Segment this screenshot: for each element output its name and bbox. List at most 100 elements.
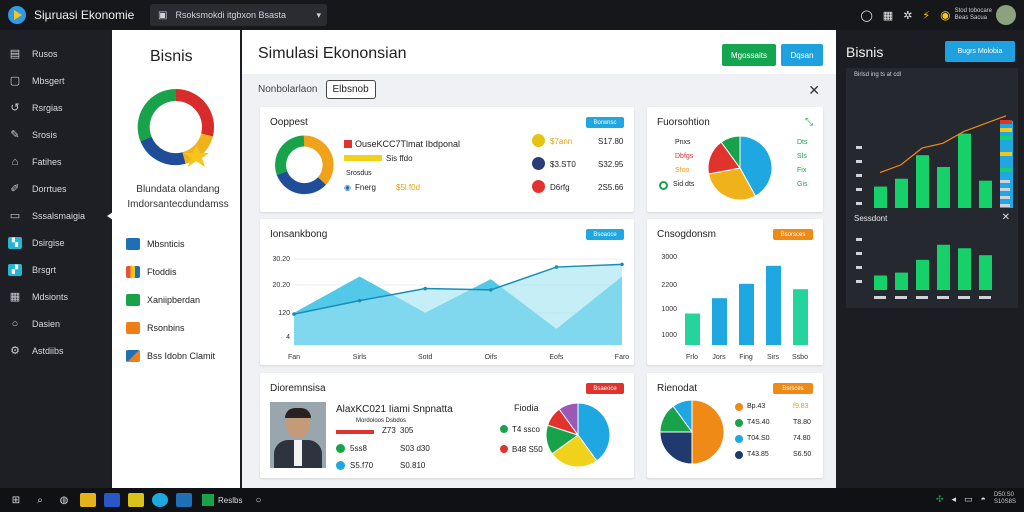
- transfer-icon: [532, 157, 545, 170]
- sidebar-item-12[interactable]: ⚙ Astdiibs: [0, 337, 110, 364]
- axis-tick: [856, 280, 862, 283]
- coin-icon: [532, 134, 545, 147]
- card-badge[interactable]: Bsrsces: [773, 383, 813, 394]
- chevron-down-icon[interactable]: ▾: [316, 10, 321, 21]
- chart-icon: ▚: [8, 236, 22, 249]
- profile-row-label-2: 5ss8: [350, 444, 367, 453]
- edge-icon[interactable]: [176, 493, 192, 507]
- taskbar-app[interactable]: Reslbs: [202, 494, 242, 506]
- overview-donut-chart: [274, 135, 334, 195]
- line-point: [620, 262, 624, 267]
- search-icon[interactable]: ⌕: [32, 493, 48, 507]
- sidebar-item-7[interactable]: ▭ Sssalsmaigia: [0, 202, 116, 229]
- taskbar: ⊞ ⌕ ◍ Reslbs ○ ✣ ◂ ▭ ◓ D50:S0 S10S8S: [0, 488, 1024, 512]
- sidebar-item-10[interactable]: ▦ Mdsionts: [0, 283, 110, 310]
- profile-name: AlaxKC021 Iiami Snpnatta: [336, 404, 453, 415]
- list-item-label: Rsonbins: [147, 323, 185, 333]
- circle-icon[interactable]: ○: [250, 493, 266, 507]
- legend-label-2: T4S.40: [747, 419, 770, 426]
- row-label-2: Srosdus: [346, 170, 372, 177]
- search-bar[interactable]: ▣ Rsoksmokdi itgbxon Bsasta ▾: [150, 4, 327, 26]
- bar: [958, 248, 971, 290]
- expand-icon[interactable]: ⤡: [805, 117, 813, 128]
- progress-bar: [336, 430, 374, 434]
- description-line-1: Blundata olandang: [136, 184, 220, 195]
- main-area: Simulasi Ekononsian Mgossaits Dqsan Nonb…: [242, 30, 836, 488]
- chart-icon: [126, 294, 140, 306]
- list-item[interactable]: Xaniipberdan: [126, 286, 215, 314]
- pie-label: Fiodia: [514, 403, 539, 413]
- tab-selected[interactable]: Elbsnob: [325, 80, 376, 99]
- word-icon[interactable]: [104, 493, 120, 507]
- document-icon: [126, 322, 140, 334]
- legend-swatch: [1000, 128, 1012, 132]
- card-badge[interactable]: Bsaeoce: [586, 383, 624, 394]
- profile-card: Dioremnsisa Bsaeoce AlaxKC021 Iiami Snpn…: [260, 373, 634, 478]
- bar: [916, 155, 929, 214]
- card-badge[interactable]: Borwnsc: [586, 117, 624, 128]
- secondary-button[interactable]: Dqsan: [781, 44, 823, 66]
- avatar[interactable]: [996, 5, 1016, 25]
- apps-grid-icon[interactable]: ▦: [883, 9, 893, 22]
- profile-row-value-1: 305: [400, 426, 414, 435]
- sidebar-item-3[interactable]: ↺ Rsrgias: [0, 94, 110, 121]
- progress-bar: [344, 155, 382, 161]
- close-icon[interactable]: ✕: [808, 82, 820, 99]
- sidebar: ▤ Rusos ▢ Mbsgert ↺ Rsrgias ✎ Srosis ⌂ Fatihe…: [0, 30, 116, 488]
- legend-label-3: T04.S0: [747, 435, 770, 442]
- legend-label-3: Sfoo: [675, 167, 690, 174]
- x-tick-mark: [958, 296, 970, 299]
- primary-button[interactable]: Mgossaits: [722, 44, 776, 66]
- notes-icon[interactable]: [128, 493, 144, 507]
- x-tick-label: Sirls: [353, 354, 367, 361]
- user-info[interactable]: ◉ Stod tobocare Beas Sacua: [940, 5, 1016, 25]
- sidebar-item-5[interactable]: ⌂ Fatihes: [0, 148, 110, 175]
- sidebar-item-6[interactable]: ✐ Dorrtues: [0, 175, 110, 202]
- battery-icon[interactable]: ▭: [964, 494, 973, 505]
- sidebar-item-2[interactable]: ▢ Mbsgert: [0, 67, 110, 94]
- list-item[interactable]: Bss Idobn Clamit: [126, 342, 215, 370]
- volume-icon[interactable]: ◂: [951, 494, 956, 505]
- start-icon[interactable]: ⊞: [8, 493, 24, 507]
- lightning-icon[interactable]: ⚡: [922, 9, 930, 22]
- sidebar-item-4[interactable]: ✎ Srosis: [0, 121, 110, 148]
- axis-tick: [856, 238, 862, 241]
- file-explorer-icon[interactable]: [80, 493, 96, 507]
- browser-icon[interactable]: [152, 493, 168, 507]
- pie-slice: [659, 431, 693, 465]
- legend-value-1: f9.83: [793, 403, 809, 410]
- legend-text-mark: [1000, 180, 1010, 183]
- list-item-label: Mbsnticis: [147, 239, 185, 249]
- notification-icon[interactable]: ◓: [981, 494, 986, 504]
- bar: [958, 133, 971, 214]
- bar: [979, 255, 992, 290]
- list-item[interactable]: Mbsnticis: [126, 230, 215, 258]
- sidebar-item-8[interactable]: ▚ Dsirgise: [0, 229, 110, 256]
- legend-label-1: Bp.43: [747, 403, 766, 410]
- clock[interactable]: D50:S0 S10S8S: [994, 492, 1016, 506]
- x-tick-label: Fing: [739, 354, 753, 361]
- task-view-icon[interactable]: ◍: [56, 493, 72, 507]
- list-item[interactable]: Rsonbins: [126, 314, 215, 342]
- legend-dot: [500, 445, 508, 453]
- settings-icon[interactable]: ✲: [903, 9, 912, 22]
- tab-label[interactable]: Nonbolarlaon: [258, 84, 318, 95]
- bar: [937, 244, 950, 290]
- sidebar-item-9[interactable]: ▞ Brsgrt: [0, 256, 110, 283]
- sidebar-item-11[interactable]: ○ Dasien: [0, 310, 110, 337]
- sidebar-item-1[interactable]: ▤ Rusos: [0, 40, 110, 67]
- list-item[interactable]: Ftoddis: [126, 258, 215, 286]
- dark-bar-chart: [856, 115, 1013, 223]
- sidebar-item-label: Srosis: [32, 129, 58, 140]
- network-icon[interactable]: ✣: [936, 494, 944, 505]
- record-icon[interactable]: ◯: [860, 9, 872, 22]
- x-tick-label: Sirs: [767, 354, 780, 361]
- pencil-icon: ✐: [10, 183, 20, 195]
- bullet-green-icon: [336, 444, 345, 453]
- bar: [895, 272, 908, 290]
- circle-icon: ○: [11, 317, 19, 330]
- right-panel-button[interactable]: Bugrs Molobia: [945, 41, 1015, 62]
- bar: [739, 283, 754, 345]
- user-badge-icon: ◉: [940, 7, 951, 22]
- legend-swatch: [1000, 152, 1012, 156]
